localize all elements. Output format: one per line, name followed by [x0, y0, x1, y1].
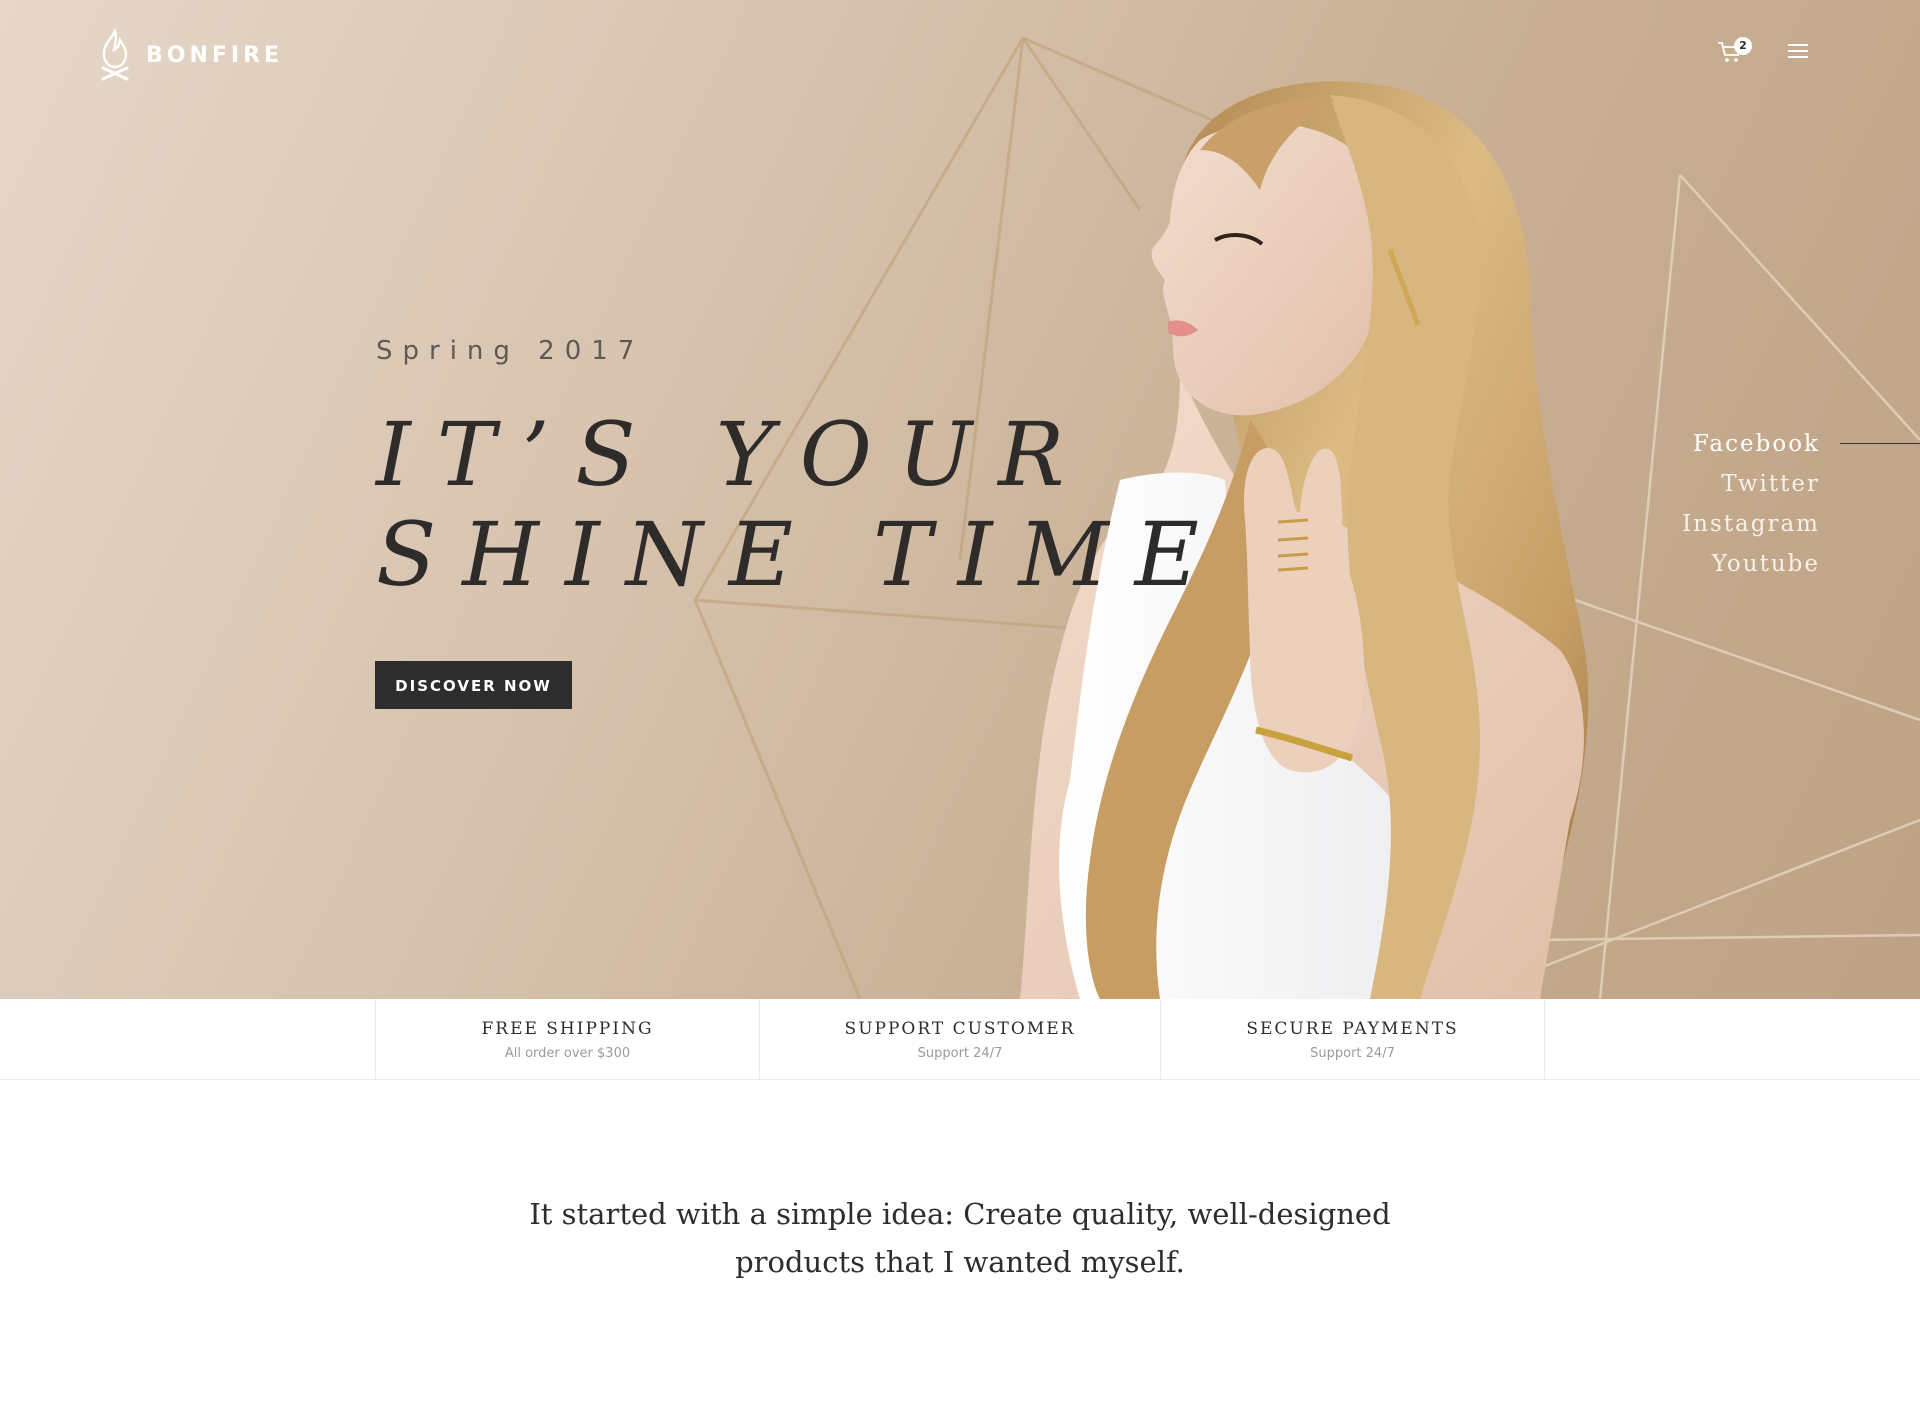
feature-free-shipping: FREE SHIPPING All order over $300 [375, 999, 759, 1079]
headline-line-2: SHINE TIME [376, 503, 1225, 606]
intro-statement: It started with a simple idea: Create qu… [529, 1197, 1391, 1279]
cart-button[interactable]: 2 [1715, 36, 1755, 72]
cart-count-badge: 2 [1734, 37, 1752, 55]
headline-line-1: IT’S YOUR [376, 403, 1091, 506]
brand-logo[interactable]: BONFIRE [98, 28, 283, 82]
season-label: Spring 2017 [376, 336, 645, 366]
feature-subtitle: Support 24/7 [917, 1046, 1003, 1061]
hero-banner: BONFIRE 2 Spring 2017 IT’S YOUR SHINE TI… [0, 0, 1920, 999]
feature-subtitle: Support 24/7 [1310, 1046, 1395, 1061]
discover-now-button[interactable]: DISCOVER NOW [375, 661, 572, 709]
brand-name: BONFIRE [146, 42, 284, 68]
feature-title: SUPPORT CUSTOMER [844, 1019, 1076, 1039]
feature-support-customer: SUPPORT CUSTOMER Support 24/7 [759, 999, 1160, 1079]
social-links: Facebook Twitter Instagram Youtube [1682, 424, 1820, 584]
feature-title: FREE SHIPPING [481, 1019, 654, 1039]
features-bar: FREE SHIPPING All order over $300 SUPPOR… [0, 999, 1920, 1080]
social-link-facebook[interactable]: Facebook [1682, 424, 1820, 464]
feature-title: SECURE PAYMENTS [1246, 1019, 1459, 1039]
hero-headline: IT’S YOUR SHINE TIME [376, 405, 1225, 605]
feature-subtitle: All order over $300 [504, 1046, 631, 1061]
feature-secure-payments: SECURE PAYMENTS Support 24/7 [1160, 999, 1545, 1079]
hamburger-menu-icon[interactable] [1788, 44, 1812, 64]
social-link-instagram[interactable]: Instagram [1682, 504, 1820, 544]
social-link-twitter[interactable]: Twitter [1682, 464, 1820, 504]
social-link-youtube[interactable]: Youtube [1682, 544, 1820, 584]
social-active-indicator [1840, 443, 1920, 444]
flame-icon [101, 28, 129, 81]
